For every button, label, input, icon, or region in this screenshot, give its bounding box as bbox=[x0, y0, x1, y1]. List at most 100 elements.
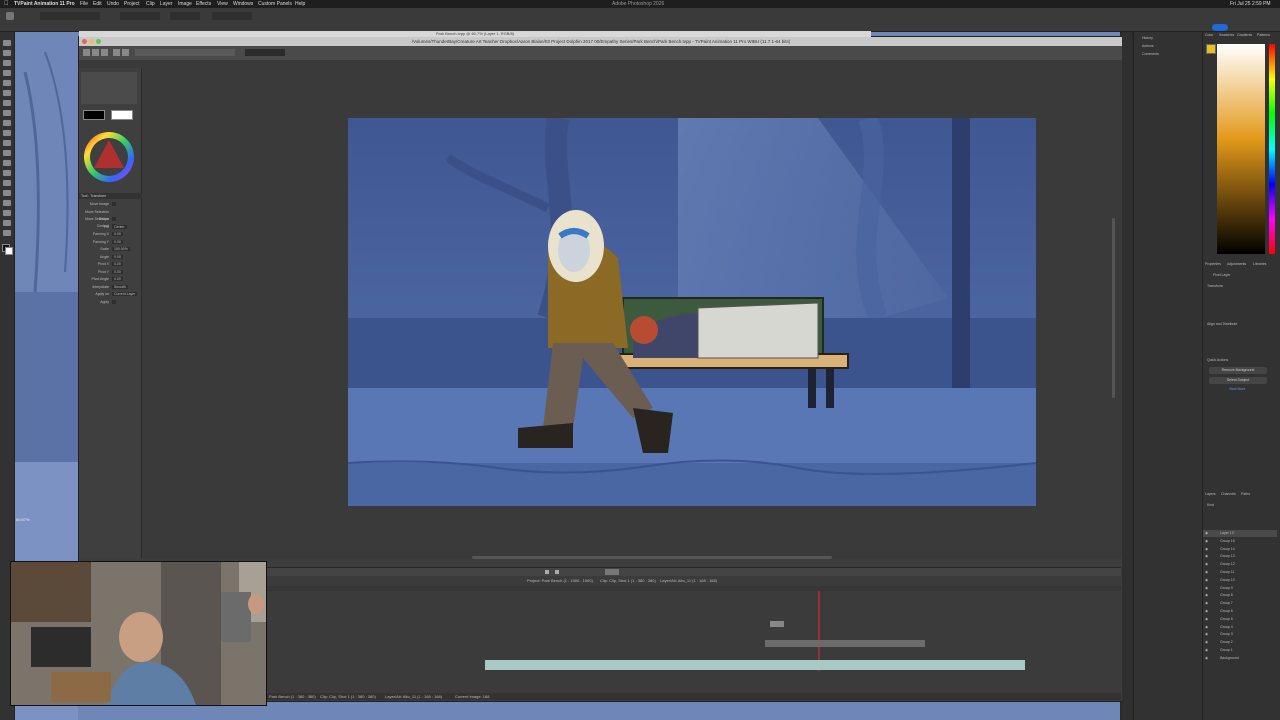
tab-color[interactable]: Color bbox=[1205, 32, 1213, 39]
eye-icon[interactable]: ◉ bbox=[1205, 601, 1208, 605]
tool-property-value[interactable] bbox=[112, 202, 116, 206]
stamp-tool-icon[interactable] bbox=[3, 120, 11, 126]
flow-field[interactable] bbox=[170, 12, 200, 20]
layer-kind-filter[interactable]: Kind bbox=[1207, 502, 1214, 509]
timeline-panel[interactable]: Project: Park Bench (1 : 1900 : 1900) Cl… bbox=[265, 567, 1121, 700]
play-back-icon[interactable] bbox=[545, 570, 549, 574]
zoom-window-icon[interactable] bbox=[96, 39, 101, 44]
layer-row[interactable]: ◉ Group 5 bbox=[1203, 616, 1277, 623]
layer-row[interactable]: ◉ Group 4 bbox=[1203, 624, 1277, 631]
tool-property-value[interactable]: 0.00 bbox=[112, 232, 123, 236]
tab-properties[interactable]: Properties bbox=[1205, 261, 1221, 268]
tool-property-row[interactable]: Move Selection Shape bbox=[81, 209, 139, 221]
animation-frame[interactable] bbox=[348, 118, 1036, 506]
hand-tool-icon[interactable] bbox=[3, 220, 11, 226]
tab-swatches[interactable]: Swatches bbox=[1219, 32, 1234, 39]
new-project-icon[interactable] bbox=[83, 49, 90, 56]
pen-tool-icon[interactable] bbox=[3, 180, 11, 186]
playhead[interactable] bbox=[818, 591, 820, 671]
menu-view[interactable]: View bbox=[217, 0, 228, 8]
smoothing-field[interactable] bbox=[212, 12, 252, 20]
brush-tool-icon-2[interactable] bbox=[3, 110, 11, 116]
eye-icon[interactable]: ◉ bbox=[1205, 586, 1208, 590]
layer-row[interactable]: ◉ Group 3 bbox=[1203, 631, 1277, 638]
minimize-window-icon[interactable] bbox=[89, 39, 94, 44]
panel-comments[interactable]: Comments bbox=[1142, 51, 1159, 58]
tool-property-row[interactable]: Apply on Current Layer bbox=[81, 291, 139, 298]
type-tool-icon[interactable] bbox=[3, 190, 11, 196]
shape-tool-icon[interactable] bbox=[3, 210, 11, 216]
eye-icon[interactable]: ◉ bbox=[1205, 632, 1208, 636]
tab-adjustments[interactable]: Adjustments bbox=[1227, 261, 1246, 268]
menu-project[interactable]: Project bbox=[124, 0, 140, 8]
eye-icon[interactable]: ◉ bbox=[1205, 625, 1208, 629]
tool-property-row[interactable]: Pivot Angle 0.00 bbox=[81, 276, 139, 283]
brush-presets-strip[interactable] bbox=[135, 49, 235, 56]
share-button[interactable] bbox=[1212, 24, 1228, 31]
quick-actions-section[interactable]: Quick Actions bbox=[1207, 357, 1228, 364]
tool-property-value[interactable]: Smooth bbox=[112, 284, 129, 289]
zoom-tool-icon[interactable] bbox=[3, 230, 11, 236]
menu-undo[interactable]: Undo bbox=[107, 0, 119, 8]
open-project-icon[interactable] bbox=[92, 49, 99, 56]
tool-property-row[interactable]: Panning Y 0.00 bbox=[81, 239, 139, 246]
close-window-icon[interactable] bbox=[82, 39, 87, 44]
tool-property-value[interactable]: Current Layer bbox=[112, 292, 138, 296]
menu-effects[interactable]: Effects bbox=[196, 0, 211, 8]
tool-property-value[interactable]: 0.00 bbox=[112, 254, 123, 259]
panel-actions[interactable]: Actions bbox=[1142, 43, 1153, 50]
menu-custom-panels[interactable]: Custom Panels bbox=[258, 0, 292, 8]
wand-tool-icon[interactable] bbox=[3, 70, 11, 76]
move-tool-icon[interactable] bbox=[3, 40, 11, 46]
blur-tool-icon[interactable] bbox=[3, 160, 11, 166]
eye-icon[interactable]: ◉ bbox=[1205, 617, 1208, 621]
viewport-horizontal-scrollbar[interactable] bbox=[472, 556, 832, 559]
tool-property-row[interactable]: Pivot X 0.00 bbox=[81, 261, 139, 268]
layer-row[interactable]: ◉ Group 11 bbox=[1203, 569, 1277, 576]
tool-property-row[interactable]: Pivot Y 0.00 bbox=[81, 269, 139, 276]
background-color-swatch[interactable] bbox=[5, 247, 13, 255]
eye-icon[interactable]: ◉ bbox=[1205, 640, 1208, 644]
menu-file[interactable]: File bbox=[80, 0, 88, 8]
view-more-link[interactable]: View More bbox=[1229, 386, 1245, 393]
eye-icon[interactable]: ◉ bbox=[1205, 570, 1208, 574]
color-wheel[interactable] bbox=[82, 130, 136, 184]
tool-property-value[interactable]: 0.00 bbox=[112, 269, 123, 274]
dodge-tool-icon[interactable] bbox=[3, 170, 11, 176]
path-select-icon[interactable] bbox=[3, 200, 11, 206]
remove-background-button[interactable]: Remove Background bbox=[1209, 367, 1267, 374]
opacity-field[interactable] bbox=[120, 12, 160, 20]
tvpaint-viewport[interactable] bbox=[142, 68, 1122, 559]
align-section[interactable]: Align and Distribute bbox=[1207, 321, 1237, 328]
tool-property-row[interactable]: Move Image bbox=[81, 201, 139, 208]
tab-patterns[interactable]: Patterns bbox=[1257, 32, 1270, 39]
timeline-keyframe-a[interactable] bbox=[770, 621, 784, 627]
layer-row[interactable]: ◉ Layer 13 bbox=[1203, 530, 1277, 537]
menu-image[interactable]: Image bbox=[178, 0, 192, 8]
layer-row[interactable]: ◉ Group 13 bbox=[1203, 553, 1277, 560]
ps-foreground-swatch[interactable] bbox=[1206, 44, 1216, 54]
eye-icon[interactable]: ◉ bbox=[1205, 656, 1208, 660]
save-project-icon[interactable] bbox=[101, 49, 108, 56]
tool-property-row[interactable]: Move Selection Content bbox=[81, 216, 139, 228]
menu-clip[interactable]: Clip bbox=[146, 0, 155, 8]
menu-windows[interactable]: Windows bbox=[233, 0, 253, 8]
heal-tool-icon[interactable] bbox=[3, 100, 11, 106]
eye-icon[interactable]: ◉ bbox=[1205, 539, 1208, 543]
layer-row[interactable]: ◉ Group 14 bbox=[1203, 546, 1277, 553]
timeline-track-main[interactable] bbox=[485, 660, 1025, 670]
play-icon[interactable] bbox=[555, 570, 559, 574]
tool-property-value[interactable] bbox=[112, 299, 116, 304]
tool-property-row[interactable]: Angle 0.00 bbox=[81, 254, 139, 261]
panel-history[interactable]: History bbox=[1142, 35, 1153, 42]
history-brush-icon[interactable] bbox=[3, 130, 11, 136]
hue-slider[interactable] bbox=[1269, 44, 1275, 254]
tool-property-value[interactable]: 0.00 bbox=[112, 239, 123, 244]
tab-layers[interactable]: Layers bbox=[1205, 491, 1216, 498]
preset-select[interactable] bbox=[245, 49, 285, 56]
tool-property-row[interactable]: Apply bbox=[81, 299, 139, 306]
tab-libraries[interactable]: Libraries bbox=[1253, 261, 1266, 268]
layer-row[interactable]: ◉ Group 7 bbox=[1203, 600, 1277, 607]
menu-edit[interactable]: Edit bbox=[93, 0, 102, 8]
lasso-tool-icon[interactable] bbox=[3, 60, 11, 66]
